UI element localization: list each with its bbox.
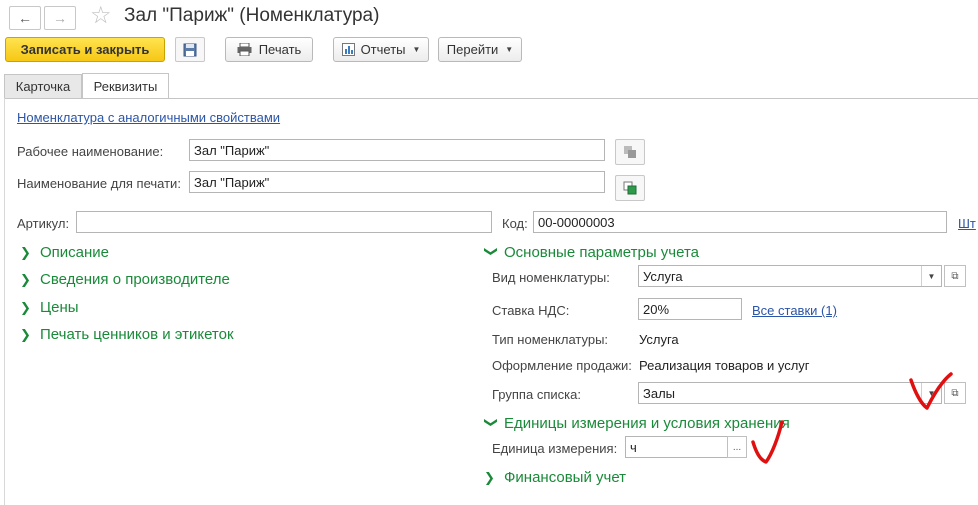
work-name-label: Рабочее наименование:	[17, 144, 164, 159]
print-name-label: Наименование для печати:	[17, 176, 181, 191]
red-check-mark-annotation	[751, 420, 784, 464]
chevron-down-icon: ❯	[484, 245, 499, 257]
unit-field[interactable]: ч	[625, 436, 728, 458]
tab-card[interactable]: Карточка	[4, 74, 82, 98]
copy-name-button[interactable]	[615, 139, 645, 165]
star-icon[interactable]: ☆	[90, 3, 112, 29]
floppy-disk-icon	[183, 43, 197, 56]
save-close-button[interactable]: Записать и закрыть	[5, 37, 165, 62]
kind-select[interactable]: Услуга ▼	[638, 265, 942, 287]
type-value: Услуга	[639, 332, 679, 347]
print-button[interactable]: Печать	[225, 37, 313, 62]
vat-field[interactable]: 20%	[638, 298, 742, 320]
chevron-down-icon: ❯	[484, 416, 499, 428]
forward-button[interactable]: →	[44, 6, 76, 30]
tab-requisites[interactable]: Реквизиты	[82, 73, 169, 99]
chevron-right-icon: ❯	[20, 299, 31, 315]
section-prices[interactable]: ❯ Цены	[20, 299, 79, 316]
chevron-right-icon: ❯	[484, 469, 495, 485]
page-title: Зал "Париж" (Номенклатура)	[124, 5, 380, 26]
printer-icon	[237, 43, 252, 56]
chevron-right-icon: ❯	[20, 271, 31, 287]
copy-green-icon	[623, 181, 637, 195]
tab-divider	[4, 98, 978, 99]
chevron-right-icon: ❯	[20, 326, 31, 342]
barcode-link[interactable]: Шт	[958, 216, 976, 231]
group-select[interactable]: Залы ▼	[638, 382, 942, 404]
section-finance[interactable]: ❯ Финансовый учет	[484, 469, 626, 486]
kind-label: Вид номенклатуры:	[492, 270, 610, 285]
section-manufacturer[interactable]: ❯ Сведения о производителе	[20, 271, 230, 288]
code-field[interactable]: 00-00000003	[533, 211, 947, 233]
open-kind-button[interactable]: ⧉	[944, 265, 966, 287]
reports-button[interactable]: Отчеты ▼	[333, 37, 429, 62]
panel-border	[4, 98, 5, 505]
caret-down-icon: ▼	[412, 45, 421, 54]
arrow-right-icon: →	[53, 10, 67, 26]
dropdown-icon[interactable]: ▼	[921, 266, 941, 286]
unit-choose-button[interactable]: ...	[727, 436, 747, 458]
all-rates-link[interactable]: Все ставки (1)	[752, 303, 837, 318]
section-description[interactable]: ❯ Описание	[20, 244, 109, 261]
sale-label: Оформление продажи:	[492, 358, 632, 373]
report-icon	[341, 43, 355, 56]
print-name-field[interactable]: Зал "Париж"	[189, 171, 605, 193]
red-check-mark-annotation	[909, 372, 953, 410]
section-price-tags[interactable]: ❯ Печать ценников и этикеток	[20, 326, 234, 343]
section-accounting[interactable]: ❯ Основные параметры учета	[484, 244, 699, 261]
back-button[interactable]: ←	[9, 6, 41, 30]
caret-down-icon: ▼	[505, 45, 514, 54]
sale-value: Реализация товаров и услуг	[639, 358, 810, 373]
work-name-field[interactable]: Зал "Париж"	[189, 139, 605, 161]
section-units[interactable]: ❯ Единицы измерения и условия хранения	[484, 415, 790, 432]
vat-label: Ставка НДС:	[492, 303, 570, 318]
goto-button[interactable]: Перейти ▼	[438, 37, 522, 62]
unit-label: Единица измерения:	[492, 441, 618, 456]
copy-icon	[624, 146, 636, 158]
article-label: Артикул:	[17, 216, 70, 231]
arrow-left-icon: ←	[18, 10, 32, 26]
chevron-right-icon: ❯	[20, 244, 31, 260]
copy-print-name-button[interactable]	[615, 175, 645, 201]
similar-items-link[interactable]: Номенклатура с аналогичными свойствами	[17, 110, 280, 125]
group-label: Группа списка:	[492, 387, 581, 402]
article-field[interactable]	[76, 211, 492, 233]
code-label: Код:	[502, 216, 528, 231]
open-window-icon: ⧉	[951, 270, 959, 282]
type-label: Тип номенклатуры:	[492, 332, 609, 347]
save-button[interactable]	[175, 37, 205, 62]
